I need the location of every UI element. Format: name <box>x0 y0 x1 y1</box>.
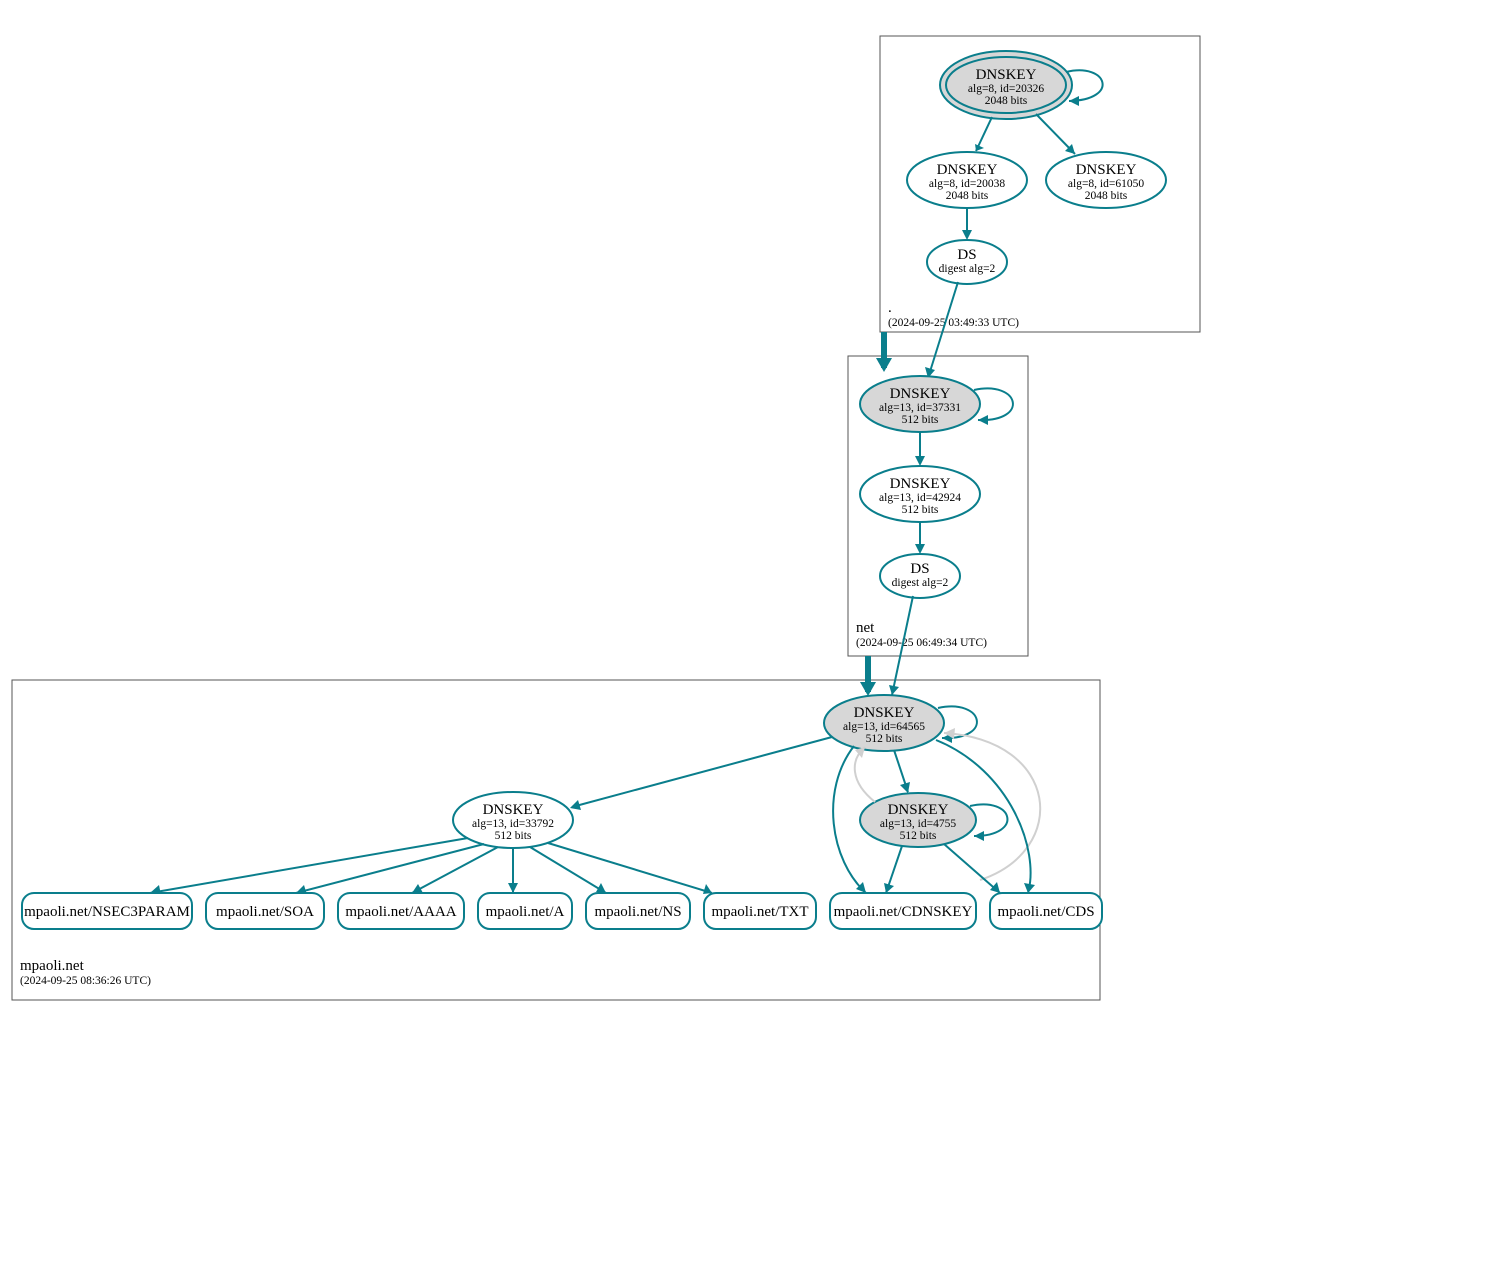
record-a: mpaoli.net/A <box>478 893 572 929</box>
svg-text:512 bits: 512 bits <box>902 504 939 516</box>
svg-text:512 bits: 512 bits <box>900 830 937 842</box>
edge-mpksk-zsk1 <box>572 737 832 807</box>
svg-text:DS: DS <box>910 561 929 577</box>
svg-text:DNSKEY: DNSKEY <box>854 705 915 721</box>
svg-text:mpaoli.net/CDS: mpaoli.net/CDS <box>997 904 1094 920</box>
svg-text:DS: DS <box>957 247 976 263</box>
svg-text:mpaoli.net/SOA: mpaoli.net/SOA <box>216 904 314 920</box>
svg-text:mpaoli.net/AAAA: mpaoli.net/AAAA <box>345 904 456 920</box>
zone-root-timestamp: (2024-09-25 03:49:33 UTC) <box>888 317 1019 329</box>
svg-text:alg=13, id=4755: alg=13, id=4755 <box>880 818 956 830</box>
svg-text:alg=13, id=42924: alg=13, id=42924 <box>879 492 961 504</box>
svg-text:DNSKEY: DNSKEY <box>888 802 949 818</box>
svg-text:2048 bits: 2048 bits <box>946 190 989 202</box>
svg-text:2048 bits: 2048 bits <box>1085 190 1128 202</box>
svg-text:mpaoli.net/TXT: mpaoli.net/TXT <box>711 904 808 920</box>
edge-mpzsk2-cds <box>944 844 1000 893</box>
svg-text:512 bits: 512 bits <box>902 414 939 426</box>
node-net-ksk: DNSKEY alg=13, id=37331 512 bits <box>860 376 980 432</box>
svg-text:2048 bits: 2048 bits <box>985 95 1028 107</box>
svg-text:alg=8, id=61050: alg=8, id=61050 <box>1068 178 1144 190</box>
node-mp-zsk2: DNSKEY alg=13, id=4755 512 bits <box>860 793 976 847</box>
node-net-ds: DS digest alg=2 <box>880 554 960 598</box>
edge-zsk1-r5 <box>530 847 606 893</box>
record-cdnskey: mpaoli.net/CDNSKEY <box>830 893 976 929</box>
node-mp-ksk: DNSKEY alg=13, id=64565 512 bits <box>824 695 944 751</box>
svg-text:mpaoli.net/NSEC3PARAM: mpaoli.net/NSEC3PARAM <box>24 904 190 920</box>
svg-text:alg=13, id=33792: alg=13, id=33792 <box>472 818 554 830</box>
node-root-ksk: DNSKEY alg=8, id=20326 2048 bits <box>940 51 1072 119</box>
zone-net-label: net <box>856 620 875 636</box>
svg-text:512 bits: 512 bits <box>866 733 903 745</box>
zone-mpaoli-label: mpaoli.net <box>20 958 85 974</box>
zone-mpaoli-timestamp: (2024-09-25 08:36:26 UTC) <box>20 975 151 987</box>
svg-text:alg=13, id=37331: alg=13, id=37331 <box>879 402 961 414</box>
svg-text:DNSKEY: DNSKEY <box>976 67 1037 83</box>
zone-net-timestamp: (2024-09-25 06:49:34 UTC) <box>856 637 987 649</box>
svg-text:512 bits: 512 bits <box>495 830 532 842</box>
edge-zsk1-r6 <box>548 843 712 893</box>
node-net-zsk: DNSKEY alg=13, id=42924 512 bits <box>860 466 980 522</box>
record-aaaa: mpaoli.net/AAAA <box>338 893 464 929</box>
edge-zsk1-r1 <box>150 838 468 893</box>
svg-text:digest alg=2: digest alg=2 <box>939 263 996 275</box>
svg-text:mpaoli.net/A: mpaoli.net/A <box>486 904 565 920</box>
node-root-zsk1: DNSKEY alg=8, id=20038 2048 bits <box>907 152 1027 208</box>
edge-mpzsk2-ksk-light <box>855 747 875 802</box>
svg-text:mpaoli.net/NS: mpaoli.net/NS <box>594 904 681 920</box>
record-txt: mpaoli.net/TXT <box>704 893 816 929</box>
svg-text:alg=8, id=20038: alg=8, id=20038 <box>929 178 1005 190</box>
record-soa: mpaoli.net/SOA <box>206 893 324 929</box>
zone-root-label: . <box>888 300 892 316</box>
svg-text:DNSKEY: DNSKEY <box>890 386 951 402</box>
svg-text:alg=8, id=20326: alg=8, id=20326 <box>968 83 1044 95</box>
svg-text:alg=13, id=64565: alg=13, id=64565 <box>843 721 925 733</box>
node-root-zsk2: DNSKEY alg=8, id=61050 2048 bits <box>1046 152 1166 208</box>
edge-rootds-netksk <box>928 282 958 378</box>
svg-text:DNSKEY: DNSKEY <box>1076 162 1137 178</box>
node-root-ds: DS digest alg=2 <box>927 240 1007 284</box>
svg-text:DNSKEY: DNSKEY <box>483 802 544 818</box>
svg-text:DNSKEY: DNSKEY <box>937 162 998 178</box>
node-mp-zsk1: DNSKEY alg=13, id=33792 512 bits <box>453 792 573 848</box>
record-cds: mpaoli.net/CDS <box>990 893 1102 929</box>
edge-zsk1-r3 <box>412 847 498 893</box>
svg-text:digest alg=2: digest alg=2 <box>892 577 949 589</box>
svg-text:mpaoli.net/CDNSKEY: mpaoli.net/CDNSKEY <box>834 904 973 920</box>
record-nsec3param: mpaoli.net/NSEC3PARAM <box>22 893 192 929</box>
svg-text:DNSKEY: DNSKEY <box>890 476 951 492</box>
record-ns: mpaoli.net/NS <box>586 893 690 929</box>
